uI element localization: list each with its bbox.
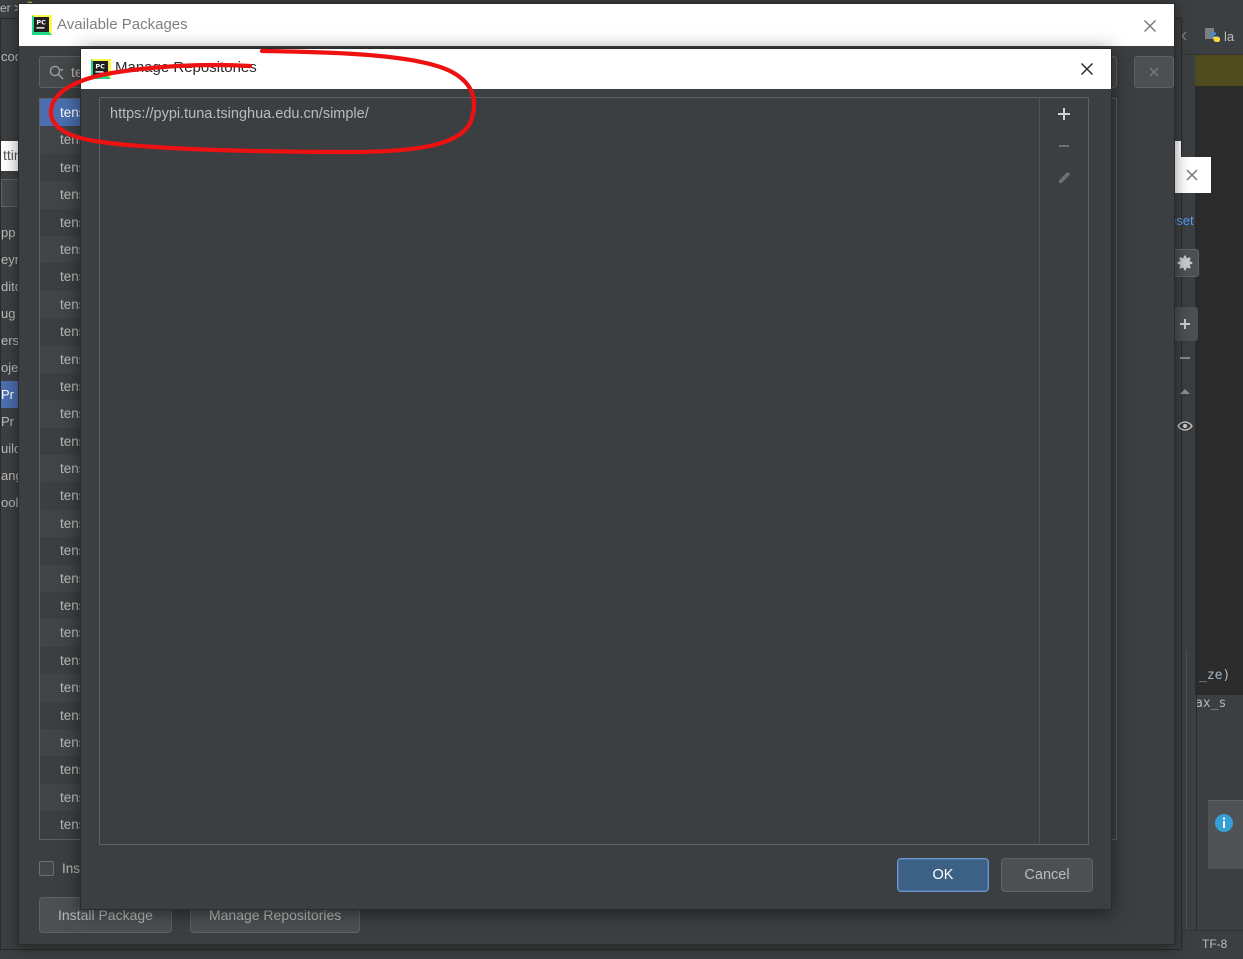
editor-area[interactable] — [1195, 45, 1243, 695]
notification-popup[interactable] — [1208, 800, 1243, 869]
gear-icon[interactable] — [1171, 249, 1199, 277]
close-icon[interactable] — [1138, 14, 1162, 38]
code-line: _ze) — [1199, 668, 1231, 683]
dialog-buttons: OK Cancel — [897, 858, 1093, 892]
editor-warning-strip — [1195, 54, 1243, 86]
info-icon — [1214, 813, 1234, 838]
edit-pencil-icon[interactable] — [1040, 162, 1088, 194]
remove-icon[interactable] — [1172, 341, 1198, 375]
cancel-button[interactable]: Cancel — [1001, 858, 1093, 892]
repository-toolbar — [1039, 98, 1088, 844]
svg-text:PC: PC — [36, 19, 46, 27]
repository-list[interactable]: https://pypi.tuna.tsinghua.edu.cn/simple… — [99, 97, 1089, 845]
clear-search-button[interactable] — [1134, 56, 1174, 88]
settings-side-toolbar — [1171, 307, 1198, 447]
python-file-icon — [1204, 27, 1220, 46]
manage-repositories-title: Manage Repositories — [115, 59, 257, 76]
collapse-icon[interactable] — [1172, 375, 1198, 409]
ok-button[interactable]: OK — [897, 858, 989, 892]
pycharm-icon: PC — [91, 59, 111, 79]
install-to-user-checkbox[interactable]: Ins — [39, 856, 80, 880]
code-line: ax_s — [1195, 696, 1227, 711]
panel-divider — [1196, 650, 1197, 930]
svg-text:PC: PC — [95, 63, 105, 71]
screen-root: er > 🐍 7m ny la _ze) ax_s — [0, 0, 1243, 959]
add-icon[interactable] — [1040, 98, 1088, 130]
manage-repositories-footer: OK Cancel — [81, 847, 1111, 909]
show-paths-icon[interactable] — [1172, 409, 1198, 443]
close-icon[interactable] — [1173, 157, 1211, 193]
add-icon[interactable] — [1172, 307, 1198, 341]
repository-rows[interactable]: https://pypi.tuna.tsinghua.edu.cn/simple… — [100, 98, 1040, 130]
manage-repositories-titlebar: PC Manage Repositories — [81, 49, 1111, 89]
checkbox-box[interactable] — [39, 860, 54, 876]
pycharm-icon: PC — [32, 15, 52, 35]
close-icon[interactable] — [1075, 57, 1099, 81]
checkbox-label: Ins — [62, 860, 81, 876]
editor-tab[interactable]: la — [1204, 24, 1234, 48]
status-encoding[interactable]: TF-8 — [1202, 937, 1227, 951]
available-packages-titlebar: PC Available Packages — [19, 4, 1174, 46]
search-icon — [48, 64, 65, 81]
editor-tab-label: la — [1224, 28, 1235, 44]
panel-divider — [1186, 650, 1187, 930]
available-packages-title: Available Packages — [57, 16, 188, 33]
remove-icon[interactable] — [1040, 130, 1088, 162]
manage-repositories-dialog: PC Manage Repositories https://pypi.tuna… — [80, 48, 1112, 910]
repository-row[interactable]: https://pypi.tuna.tsinghua.edu.cn/simple… — [100, 98, 1040, 130]
